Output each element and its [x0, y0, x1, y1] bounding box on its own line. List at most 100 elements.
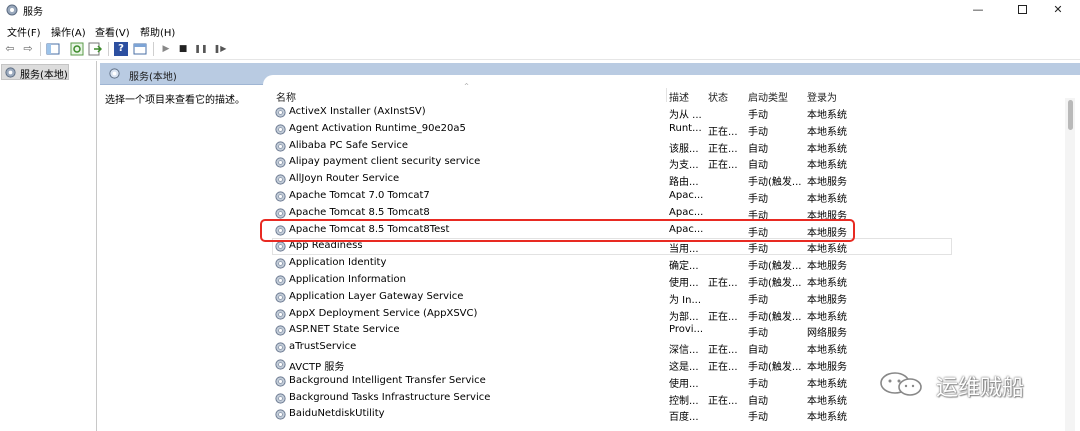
service-logon-as: 本地系统 — [807, 160, 847, 172]
column-header-status[interactable]: 状态 — [708, 89, 728, 104]
service-description: 控制... — [669, 395, 699, 407]
service-logon-as: 网络服务 — [807, 328, 847, 340]
service-gear-icon — [275, 308, 286, 320]
service-row[interactable]: Alibaba PC Safe Service 该服... 正在... 自动 本地系统 — [272, 138, 952, 155]
service-startup-type: 自动 — [748, 395, 768, 407]
service-logon-as: 本地系统 — [807, 126, 847, 138]
tree-node-services-local[interactable]: 服务(本地) — [1, 64, 69, 81]
properties-icon[interactable] — [133, 42, 147, 56]
service-logon-as: 本地系统 — [807, 277, 847, 289]
service-logon-as: 本地系统 — [807, 110, 847, 121]
service-description: 为支... — [669, 160, 699, 172]
service-status: 正在... — [708, 160, 738, 172]
service-logon-as: 本地服务 — [807, 294, 847, 306]
service-row[interactable]: Apache Tomcat 7.0 Tomcat7 Apac... 手动 本地系统 — [272, 188, 952, 205]
toolbar-separator — [108, 42, 109, 56]
forward-icon[interactable]: ⇨ — [21, 42, 35, 56]
service-startup-type: 手动 — [748, 294, 768, 306]
stop-service-icon[interactable]: ■ — [176, 42, 190, 56]
refresh-icon[interactable] — [70, 42, 84, 56]
menu-bar: 文件(F) 操作(A) 查看(V) 帮助(H) — [0, 19, 1080, 39]
service-logon-as: 本地系统 — [807, 412, 847, 424]
column-header-startup-type[interactable]: 启动类型 — [748, 89, 788, 104]
close-button[interactable]: ✕ — [1036, 0, 1080, 19]
service-gear-icon — [275, 392, 286, 404]
vertical-scrollbar[interactable] — [1065, 98, 1075, 431]
service-name: Application Information — [289, 273, 406, 285]
service-row[interactable]: ASP.NET State Service Provi... 手动 网络服务 — [272, 322, 952, 339]
service-description: Apac... — [669, 206, 704, 218]
service-description: Apac... — [669, 189, 704, 201]
back-icon[interactable]: ⇦ — [3, 42, 17, 56]
watermark-text: 运维贼船 — [936, 376, 1025, 401]
service-startup-type: 手动(触发... — [748, 277, 802, 289]
service-name: ASP.NET State Service — [289, 324, 400, 336]
service-row[interactable]: AllJoyn Router Service 路由... 手动(触发... 本地服务 — [272, 171, 952, 188]
service-logon-as: 本地系统 — [807, 143, 847, 155]
service-logon-as: 本地服务 — [807, 177, 847, 189]
service-name: Background Intelligent Transfer Service — [289, 374, 486, 386]
toolbar-separator — [153, 42, 154, 56]
export-list-icon[interactable] — [88, 42, 102, 56]
minimize-button[interactable]: — — [956, 0, 1000, 19]
toolbar: ⇦ ⇨ ? ▶ ■ ❚❚ ❚▶ — [0, 38, 1080, 60]
service-description: 该服... — [669, 143, 699, 155]
service-startup-type: 手动(触发... — [748, 311, 802, 323]
service-name: Apache Tomcat 8.5 Tomcat8 — [289, 206, 430, 218]
service-gear-icon — [275, 157, 286, 168]
services-gear-icon — [109, 68, 120, 79]
console-tree: 服务(本地) — [0, 61, 97, 431]
column-header-name[interactable]: 名称 — [276, 89, 296, 104]
service-gear-icon — [275, 275, 286, 286]
column-header-description[interactable]: 描述 — [669, 89, 689, 104]
service-row[interactable]: Alipay payment client security service 为支… — [272, 154, 952, 171]
service-status: 正在... — [708, 277, 738, 289]
service-gear-icon — [275, 292, 286, 303]
menu-action[interactable]: 操作(A) — [51, 24, 86, 39]
service-logon-as: 本地系统 — [807, 244, 847, 256]
service-gear-icon — [275, 191, 286, 202]
service-row[interactable]: BaiduNetdiskUtility 百度... 手动 本地系统 — [272, 406, 952, 423]
service-row[interactable]: Background Tasks Infrastructure Service 控… — [272, 390, 952, 407]
restart-service-icon[interactable]: ❚▶ — [213, 42, 227, 56]
service-gear-icon — [275, 359, 286, 370]
service-name: Background Tasks Infrastructure Service — [289, 391, 491, 403]
service-row[interactable]: Application Identity 确定... 手动(触发... 本地服务 — [272, 255, 952, 272]
service-description: 为 In... — [669, 294, 702, 306]
service-gear-icon — [275, 342, 286, 353]
service-row[interactable]: Application Information 使用... 正在... 手动(触发..… — [272, 272, 952, 289]
services-gear-icon — [6, 4, 18, 16]
service-startup-type: 手动(触发... — [748, 261, 802, 273]
service-name: Application Layer Gateway Service — [289, 290, 464, 302]
service-row[interactable]: Agent Activation Runtime_90e20a5 Runt... 正… — [272, 121, 952, 138]
service-row[interactable]: Background Intelligent Transfer Service 使… — [272, 373, 952, 390]
help-icon[interactable]: ? — [114, 42, 128, 56]
service-name: Application Identity — [289, 257, 387, 269]
service-row[interactable]: ActiveX Installer (AxInstSV) 为从 ... 手动 本地系统 — [272, 104, 952, 121]
scrollbar-thumb[interactable] — [1068, 100, 1073, 130]
services-pane: 服务(本地) 选择一个项目来查看它的描述。 ^ 名称 描述 状态 启动类型 登录… — [100, 61, 1080, 431]
show-hide-tree-icon[interactable] — [46, 42, 60, 56]
service-row[interactable]: aTrustService 深信... 正在... 自动 本地系统 — [272, 339, 952, 356]
menu-view[interactable]: 查看(V) — [95, 24, 130, 39]
service-name: BaiduNetdiskUtility — [289, 408, 385, 420]
service-gear-icon — [275, 325, 286, 336]
menu-file[interactable]: 文件(F) — [7, 24, 41, 39]
service-gear-icon — [275, 241, 286, 252]
service-row[interactable]: AVCTP 服务 这是... 正在... 手动(触发... 本地服务 — [272, 356, 952, 373]
service-startup-type: 手动 — [748, 412, 768, 424]
service-gear-icon — [275, 258, 286, 269]
service-row[interactable]: AppX Deployment Service (AppXSVC) 为部... 正在… — [272, 306, 952, 323]
pause-service-icon[interactable]: ❚❚ — [194, 42, 208, 56]
description-prompt: 选择一个项目来查看它的描述。 — [105, 95, 245, 106]
service-startup-type: 自动 — [748, 143, 768, 155]
column-header-logon-as[interactable]: 登录为 — [807, 89, 837, 104]
service-startup-type: 手动(触发... — [748, 361, 802, 373]
menu-help[interactable]: 帮助(H) — [140, 24, 175, 39]
service-row[interactable]: Application Layer Gateway Service 为 In...… — [272, 289, 952, 306]
highlight-annotation — [260, 219, 855, 242]
services-gear-icon — [5, 67, 16, 78]
service-logon-as: 本地服务 — [807, 261, 847, 273]
service-description: Provi... — [669, 324, 704, 336]
start-service-icon[interactable]: ▶ — [159, 42, 173, 56]
